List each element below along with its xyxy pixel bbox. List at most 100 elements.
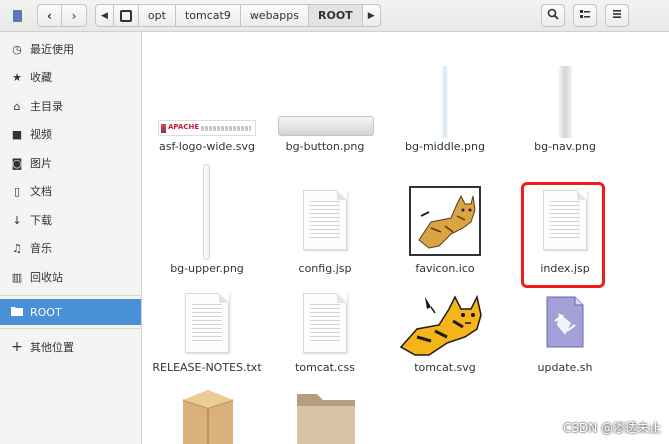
sidebar-toggle-button[interactable]: [6, 4, 28, 27]
file-grid: APACHE asf-logo-wide.svg bg-button.png b…: [143, 32, 669, 444]
clock-icon: ◷: [12, 42, 22, 56]
trash-icon: ▥: [11, 270, 23, 284]
watermark: CSDN @渗透未止: [562, 421, 661, 435]
drive-icon: [119, 9, 132, 22]
file-name: bg-nav.png: [534, 140, 596, 153]
apache-feather-icon: [161, 124, 166, 133]
sidebar-item-label: 收藏: [30, 71, 52, 84]
sidebar-item-pictures[interactable]: ◙ 图片: [0, 150, 141, 176]
file-name: config.jsp: [298, 262, 352, 275]
file-item[interactable]: bg-nav.png: [505, 62, 625, 154]
asf-logo-text: APACHE: [168, 123, 200, 131]
view-toggle-button[interactable]: [573, 4, 597, 27]
file-name: bg-middle.png: [405, 140, 485, 153]
sidebar-item-starred[interactable]: ★ 收藏: [0, 64, 141, 90]
sidebar-divider: [0, 295, 141, 296]
file-name: favicon.ico: [415, 262, 475, 275]
sidebar-item-label: 视频: [30, 128, 52, 141]
sidebar-item-label: 最近使用: [30, 43, 74, 56]
header-bar: ‹ › ◀ opt tomcat9 webapps ROOT ▶: [0, 0, 669, 32]
breadcrumb: ◀ opt tomcat9 webapps ROOT ▶: [95, 4, 381, 27]
script-file-icon: [545, 295, 585, 349]
plus-icon: +: [11, 339, 23, 355]
sidebar-item-downloads[interactable]: ↓ 下载: [0, 207, 141, 233]
text-document-icon: [185, 293, 229, 353]
breadcrumb-webapps[interactable]: webapps: [241, 5, 309, 26]
download-icon: ↓: [12, 213, 22, 227]
breadcrumb-scroll-right[interactable]: ▶: [363, 5, 380, 26]
sidebar: ◷ 最近使用 ★ 收藏 ⌂ 主目录 ■ 视频 ◙ 图片 ▯ 文档 ↓ 下载 ♫ …: [0, 32, 142, 444]
breadcrumb-root[interactable]: ROOT: [309, 5, 363, 26]
document-icon: ▯: [13, 184, 21, 198]
sidebar-item-recent[interactable]: ◷ 最近使用: [0, 36, 141, 62]
file-name: tomcat.css: [295, 361, 355, 374]
file-name: bg-upper.png: [170, 262, 244, 275]
file-item[interactable]: bg-upper.png: [147, 162, 267, 277]
camera-icon: ◙: [11, 156, 23, 170]
file-item[interactable]: tomcat.css: [265, 287, 385, 377]
sidebar-item-root[interactable]: ROOT: [0, 299, 141, 325]
breadcrumb-root-drive[interactable]: [114, 5, 139, 26]
sidebar-item-documents[interactable]: ▯ 文档: [0, 178, 141, 204]
sidebar-item-home[interactable]: ⌂ 主目录: [0, 93, 141, 119]
triangle-right-icon: ▶: [367, 10, 375, 21]
breadcrumb-tomcat9[interactable]: tomcat9: [176, 5, 241, 26]
document-icon: [12, 9, 22, 22]
highlight-box: [521, 182, 605, 288]
video-icon: ■: [11, 127, 23, 141]
file-item[interactable]: [147, 382, 267, 444]
sidebar-item-music[interactable]: ♫ 音乐: [0, 235, 141, 261]
folder-icon: [295, 388, 357, 444]
file-item[interactable]: [265, 382, 385, 444]
bg-middle-thumbnail: [441, 66, 449, 138]
home-icon: ⌂: [13, 99, 21, 113]
sidebar-item-label: 主目录: [30, 100, 63, 113]
asf-logo-thumbnail: APACHE: [158, 120, 256, 136]
tomcat-favicon-icon: [409, 186, 481, 256]
star-icon: ★: [12, 70, 22, 84]
file-item[interactable]: bg-middle.png: [385, 62, 505, 154]
folder-icon: [10, 306, 24, 319]
file-item[interactable]: APACHE asf-logo-wide.svg: [147, 112, 267, 154]
hamburger-icon: [611, 8, 623, 23]
file-item[interactable]: bg-button.png: [265, 112, 385, 154]
sidebar-item-trash[interactable]: ▥ 回收站: [0, 264, 141, 290]
breadcrumb-scroll-left[interactable]: ◀: [96, 5, 114, 26]
back-button[interactable]: ‹: [37, 4, 62, 27]
file-item[interactable]: tomcat.svg: [385, 287, 505, 377]
file-name: update.sh: [537, 361, 593, 374]
sidebar-item-label: 其他位置: [30, 341, 74, 354]
file-item[interactable]: update.sh: [505, 287, 625, 377]
sidebar-item-label: 回收站: [30, 271, 63, 284]
text-document-icon: [303, 293, 347, 353]
text-document-icon: [303, 190, 347, 250]
package-box-icon: [179, 386, 237, 444]
music-icon: ♫: [12, 241, 22, 255]
triangle-left-icon: ◀: [101, 10, 108, 21]
sidebar-divider: [0, 328, 141, 329]
sidebar-item-label: 图片: [30, 157, 52, 170]
sidebar-item-videos[interactable]: ■ 视频: [0, 121, 141, 147]
file-name: asf-logo-wide.svg: [159, 140, 255, 153]
file-name: RELEASE-NOTES.txt: [152, 361, 262, 374]
list-view-icon: [579, 8, 591, 23]
sidebar-item-label: 下载: [30, 214, 52, 227]
file-item[interactable]: RELEASE-NOTES.txt: [147, 287, 267, 377]
sidebar-item-other-locations[interactable]: + 其他位置: [0, 334, 141, 360]
chevron-left-icon: ‹: [47, 8, 52, 23]
breadcrumb-opt[interactable]: opt: [139, 5, 176, 26]
bg-nav-thumbnail: [558, 66, 572, 138]
bg-upper-thumbnail: [203, 164, 210, 260]
file-item[interactable]: config.jsp: [265, 162, 385, 277]
search-button[interactable]: [541, 4, 565, 27]
file-item[interactable]: favicon.ico: [385, 162, 505, 277]
menu-button[interactable]: [605, 4, 629, 27]
forward-button[interactable]: ›: [62, 4, 87, 27]
file-name: tomcat.svg: [414, 361, 476, 374]
sidebar-item-label: ROOT: [30, 305, 62, 319]
sidebar-item-label: 音乐: [30, 242, 52, 255]
search-icon: [547, 8, 559, 23]
bg-button-thumbnail: [278, 116, 374, 136]
tomcat-logo-icon: [395, 291, 495, 357]
chevron-right-icon: ›: [71, 8, 77, 23]
